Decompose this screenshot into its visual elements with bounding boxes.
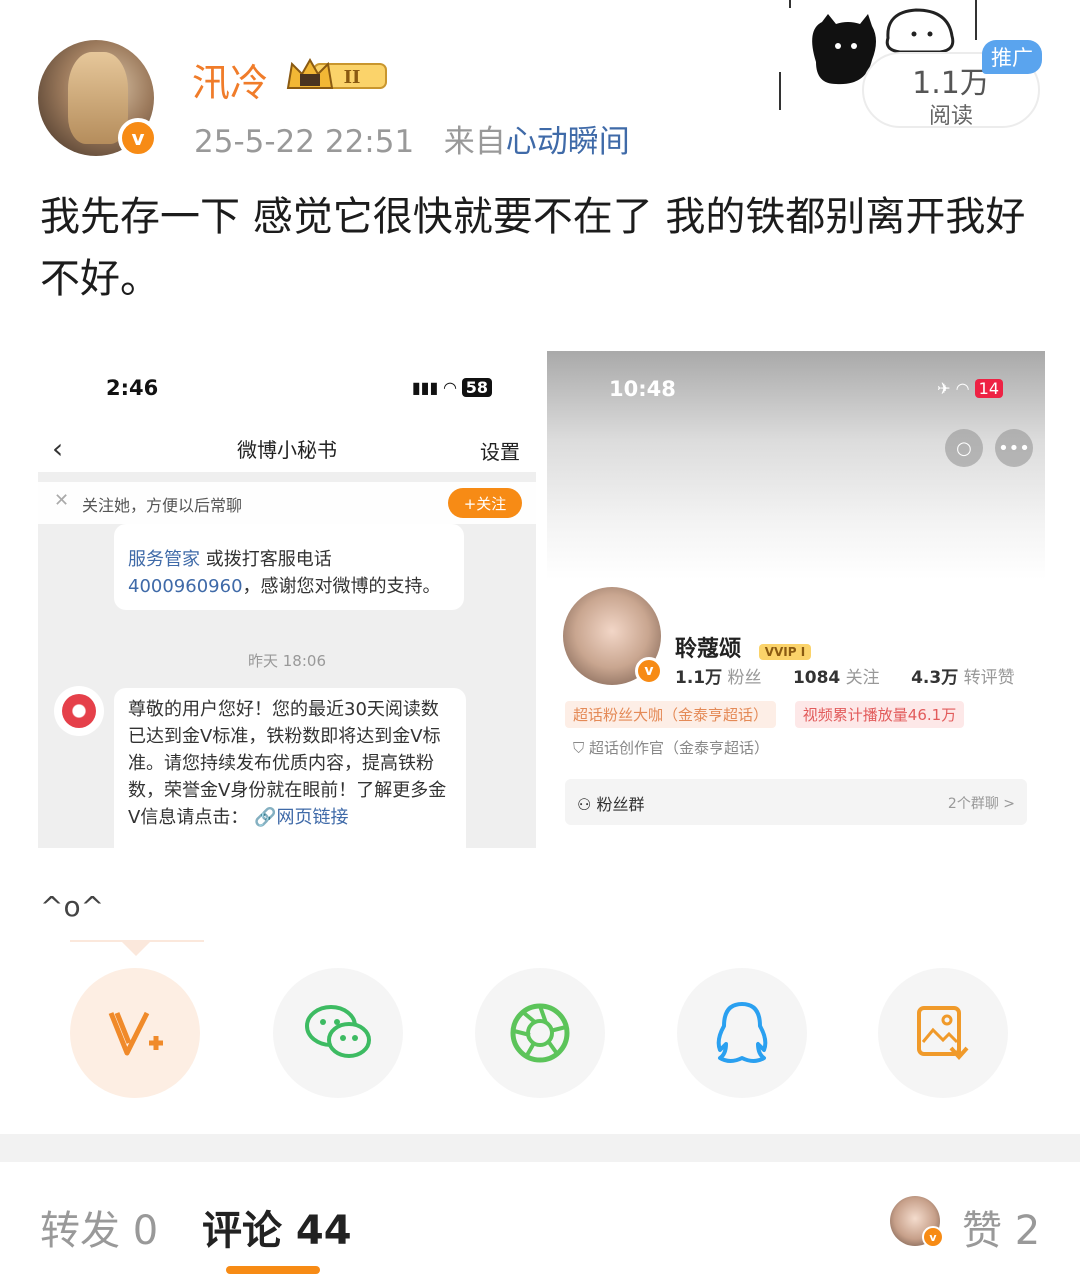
phone-number: 4000960960 bbox=[128, 576, 243, 597]
post-caption: ^o^ bbox=[40, 890, 105, 923]
verified-badge-icon: v bbox=[922, 1226, 944, 1248]
image-weibo-secretary[interactable]: 2:46 ▮▮▮ ◠ 58 ‹ 微博小秘书 设置 服务管家 或拨打客服电话 40… bbox=[38, 352, 536, 848]
more-icon: ••• bbox=[995, 429, 1033, 467]
chat-timestamp: 昨天 18:06 bbox=[248, 652, 326, 670]
search-icon: ○ bbox=[945, 429, 983, 467]
follow-button: +关注 bbox=[448, 488, 522, 518]
shield-icon: ⛉ bbox=[573, 739, 585, 757]
post-meta: 25-5-22 22:51 来自心动瞬间 bbox=[194, 116, 630, 161]
profile-tags: 超话粉丝大咖（金泰亨超话） 视频累计播放量46.1万 bbox=[565, 701, 978, 728]
tab-repost[interactable]: 转发 0 bbox=[40, 1198, 158, 1256]
source-prefix: 来自 bbox=[443, 124, 506, 160]
message-bubble-1: 服务管家 或拨打客服电话 4000960960，感谢您对微博的支持。 bbox=[114, 524, 464, 610]
tab-comments[interactable]: 评论 44 bbox=[202, 1198, 352, 1256]
vip-crown-icon[interactable]: II bbox=[284, 56, 388, 94]
section-divider bbox=[0, 1134, 1080, 1162]
active-tab-indicator bbox=[226, 1266, 320, 1274]
post-timestamp: 25-5-22 22:51 bbox=[194, 124, 415, 160]
v-plus-icon bbox=[108, 1011, 163, 1056]
profile-name: 聆蔻颂 VVIP I bbox=[675, 631, 812, 663]
share-tip-arrow bbox=[122, 942, 150, 956]
verified-badge-icon: v bbox=[635, 657, 663, 685]
share-wechat-button[interactable] bbox=[273, 968, 403, 1098]
liker-avatar[interactable]: v bbox=[890, 1196, 944, 1248]
web-link: 🔗网页链接 bbox=[254, 807, 349, 828]
tag-video-plays: 视频累计播放量46.1万 bbox=[794, 701, 965, 728]
vvip-badge: VVIP I bbox=[758, 644, 812, 660]
qq-icon bbox=[716, 1002, 768, 1063]
verified-badge-icon: v bbox=[118, 118, 158, 158]
status-time: 10:48 bbox=[609, 377, 676, 401]
author-name[interactable]: 汛冷 bbox=[192, 52, 268, 107]
follow-prompt-text: 关注她，方便以后常聊 bbox=[82, 496, 243, 515]
battery-icon: 14 bbox=[974, 379, 1003, 398]
share-save-image-button[interactable] bbox=[878, 968, 1008, 1098]
status-time: 2:46 bbox=[106, 376, 159, 400]
moments-icon bbox=[510, 1003, 570, 1063]
signal-icon: ▮▮▮ bbox=[411, 378, 439, 397]
weibo-post-page: v 汛冷 II 25-5-22 22:51 来自心动瞬间 1.1万 阅读 推广 … bbox=[0, 0, 1080, 1278]
read-label: 阅读 bbox=[928, 104, 973, 129]
service-link: 服务管家 bbox=[128, 549, 200, 570]
profile-stats: 1.1万 粉丝 1084 关注 4.3万 转评赞 bbox=[675, 668, 1015, 688]
close-icon: ✕ bbox=[54, 490, 70, 511]
airplane-icon: ✈ bbox=[937, 379, 951, 398]
status-icons: ▮▮▮ ◠ 58 bbox=[412, 378, 492, 397]
share-qq-button[interactable] bbox=[677, 968, 807, 1098]
fan-group-row: ⚇ 粉丝群 2个群聊 > bbox=[565, 779, 1027, 825]
settings-label: 设置 bbox=[480, 440, 520, 464]
chat-title: 微博小秘书 bbox=[237, 438, 337, 462]
message-bubble-2: 尊敬的用户您好！您的最近30天阅读数已达到金V标准，铁粉数即将达到金V标准。请您… bbox=[114, 688, 466, 848]
follow-prompt-bar: ✕ 关注她，方便以后常聊 +关注 bbox=[38, 482, 536, 524]
secretary-avatar-icon bbox=[54, 686, 104, 736]
profile-avatar: v bbox=[563, 587, 663, 685]
status-icons: ✈ ◠ 14 bbox=[937, 379, 1003, 398]
wifi-icon: ◠ bbox=[443, 378, 457, 397]
post-text: 我先存一下 感觉它很快就要不在了 我的铁都别离开我好不好。 bbox=[40, 194, 1026, 302]
promote-badge[interactable]: 推广 bbox=[982, 40, 1042, 74]
battery-icon: 58 bbox=[461, 378, 492, 397]
creator-label: ⛉ 超话创作官（金泰亨超话） bbox=[573, 739, 770, 757]
group-icon: ⚇ bbox=[577, 795, 592, 814]
share-vplus-button[interactable] bbox=[70, 968, 200, 1098]
tab-likes[interactable]: 赞 2 bbox=[962, 1198, 1040, 1256]
vip-level: II bbox=[344, 67, 361, 88]
post-source-link[interactable]: 心动瞬间 bbox=[506, 124, 630, 160]
tag-super-fan: 超话粉丝大咖（金泰亨超话） bbox=[565, 701, 777, 728]
author-avatar[interactable]: v bbox=[38, 40, 158, 158]
image-profile-screenshot[interactable]: 10:48 ✈ ◠ 14 ○ ••• v 聆蔻颂 VVIP I 1.1万 粉丝 … bbox=[547, 351, 1045, 848]
wechat-icon bbox=[305, 1005, 371, 1058]
wifi-icon: ◠ bbox=[955, 379, 970, 398]
share-moments-button[interactable] bbox=[475, 968, 605, 1098]
save-image-icon bbox=[917, 1006, 969, 1061]
